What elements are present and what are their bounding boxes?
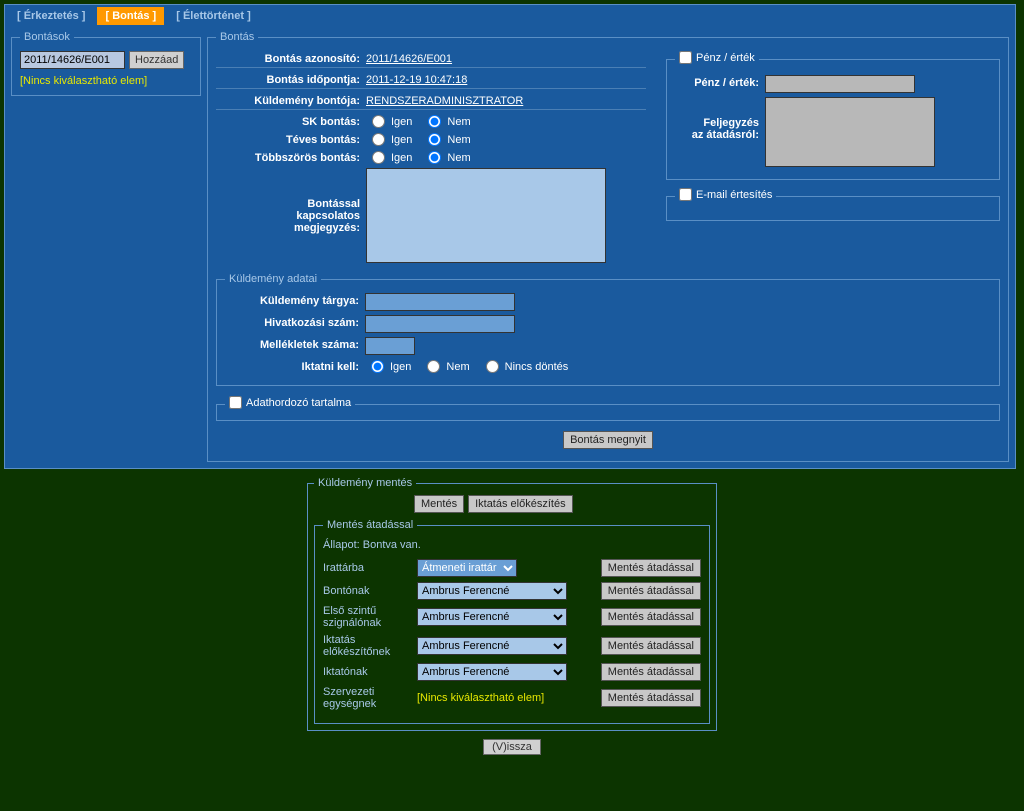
mentes-atad-szignalonak[interactable]: Mentés átadással [601,608,701,626]
legend-adat: Adathordozó tartalma [225,396,355,412]
mentes-atad-bontonak[interactable]: Mentés átadással [601,582,701,600]
fs-bontas: Bontás Bontás azonosító: 2011/14626/E001… [207,31,1009,462]
bontas-megnyit-button[interactable]: Bontás megnyit [563,431,653,449]
input-targy[interactable] [365,293,515,311]
fs-mentes-atadassal: Mentés átadással Állapot: Bontva van. Ir… [314,519,710,724]
val-ido[interactable]: 2011-12-19 10:47:18 [366,72,467,86]
lbl-teves: Téves bontás: [216,132,366,146]
radio-sk-nem[interactable] [428,115,441,128]
vissza-button[interactable]: (V)issza [483,739,541,755]
lbl-szervezeti: Szervezeti egységnek [323,686,413,710]
add-button[interactable]: Hozzáad [129,51,184,69]
lbl-megj: Bontással kapcsolatos megjegyzés: [216,168,366,234]
lbl-ido: Bontás időpontja: [216,72,366,86]
tab-erkeztetes[interactable]: [ Érkeztetés ] [9,7,93,25]
input-penz[interactable] [765,75,915,93]
val-bonto[interactable]: RENDSZERADMINISZTRATOR [366,93,523,107]
ta-feljegyzes[interactable] [765,97,935,167]
lbl-irattarba: Irattárba [323,562,413,574]
mentes-atad-elokeszitonek[interactable]: Mentés átadással [601,637,701,655]
radio-tobb-igen[interactable] [372,151,385,164]
sel-elokeszitonek[interactable]: Ambrus Ferencné [417,637,567,655]
legend-save: Küldemény mentés [314,477,416,489]
mentes-atad-szervezeti[interactable]: Mentés átadással [601,689,701,707]
lbl-felj: Feljegyzés az átadásról: [675,97,765,141]
lbl-elokeszitonek: Iktatás előkészítőnek [323,634,413,658]
lbl-szignalonak: Első szintű szignálónak [323,605,413,629]
chk-penz[interactable] [679,51,692,64]
legend-bontasok: Bontások [20,31,74,43]
allapot-text: Állapot: Bontva van. [323,539,701,551]
fs-email: E-mail értesítés [666,188,1000,221]
no-selectable-elem: [Nincs kiválasztható elem] [20,75,192,87]
lbl-bontonak: Bontónak [323,585,413,597]
fs-kuldemeny-mentes: Küldemény mentés Mentés Iktatás előkészí… [307,477,717,731]
sel-iktatonak[interactable]: Ambrus Ferencné [417,663,567,681]
radio-ikt-nem[interactable] [427,360,440,373]
legend-atad: Mentés átadással [323,519,417,531]
lbl-hiv: Hivatkozási szám: [225,315,365,329]
fs-kuldemeny-adatai: Küldemény adatai Küldemény tárgya: Hivat… [216,273,1000,386]
ta-megjegyzes[interactable] [366,168,606,263]
save-panel: Küldemény mentés Mentés Iktatás előkészí… [307,477,717,731]
lbl-iktatonak: Iktatónak [323,666,413,678]
no-elem-szervezeti: [Nincs kiválasztható elem] [417,692,567,704]
sel-szignalonak[interactable]: Ambrus Ferencné [417,608,567,626]
lbl-bonto: Küldemény bontója: [216,93,366,107]
chk-email[interactable] [679,188,692,201]
lbl-sk: SK bontás: [216,114,366,128]
iktatas-elokeszites-button[interactable]: Iktatás előkészítés [468,495,573,513]
mentes-atad-iktatonak[interactable]: Mentés átadással [601,663,701,681]
lbl-penz: Pénz / érték: [675,75,765,89]
legend-email: E-mail értesítés [675,188,776,204]
sel-irattarba[interactable]: Átmeneti irattár [417,559,517,577]
fs-adathordozo: Adathordozó tartalma [216,396,1000,421]
lbl-mell: Mellékletek száma: [225,337,365,351]
lbl-iktatni: Iktatni kell: [225,359,365,373]
input-mell[interactable] [365,337,415,355]
radio-teves-nem[interactable] [428,133,441,146]
mentes-atad-irattarba[interactable]: Mentés átadással [601,559,701,577]
radio-sk-igen[interactable] [372,115,385,128]
lbl-targy: Küldemény tárgya: [225,293,365,307]
fs-bontasok: Bontások Hozzáad [Nincs kiválasztható el… [11,31,201,96]
radio-teves-igen[interactable] [372,133,385,146]
radio-ikt-nincs[interactable] [486,360,499,373]
chk-adathordozo[interactable] [229,396,242,409]
fs-penz: Pénz / érték Pénz / érték: Feljegyzés az… [666,51,1000,180]
legend-kuld: Küldemény adatai [225,273,321,285]
tab-elettortenet[interactable]: [ Élettörténet ] [168,7,259,25]
val-azon[interactable]: 2011/14626/E001 [366,51,452,65]
legend-bontas: Bontás [216,31,258,43]
mentes-button[interactable]: Mentés [414,495,464,513]
tab-bar: [ Érkeztetés ] [ Bontás ] [ Élettörténet… [5,5,1015,25]
radio-tobb-nem[interactable] [428,151,441,164]
lbl-tobb: Többszörös bontás: [216,150,366,164]
sel-bontonak[interactable]: Ambrus Ferencné [417,582,567,600]
bontas-id-input[interactable] [20,51,125,69]
radio-ikt-igen[interactable] [371,360,384,373]
tab-bontas[interactable]: [ Bontás ] [97,7,164,25]
main-panel: [ Érkeztetés ] [ Bontás ] [ Élettörténet… [4,4,1016,469]
input-hiv[interactable] [365,315,515,333]
lbl-azon: Bontás azonosító: [216,51,366,65]
legend-penz: Pénz / érték [675,51,759,67]
